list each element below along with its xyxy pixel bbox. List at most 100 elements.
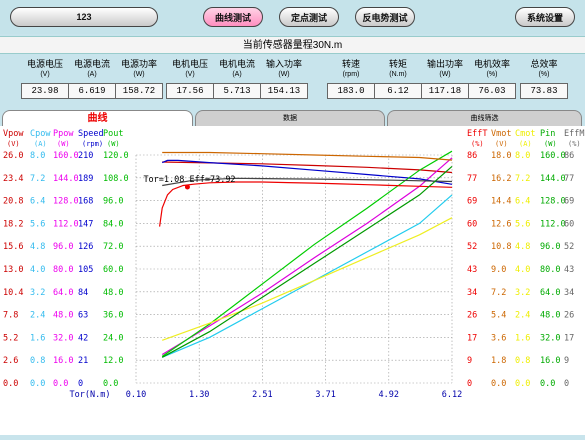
axis-tick-label: 2.4 [30,311,45,321]
tab-curve-filter[interactable]: 曲线筛选 [387,110,582,126]
axis-name: Pin [540,129,555,139]
axis-tick-label: 1.6 [30,333,45,343]
axis-unit: (%) [568,140,581,148]
axis-tick-label: 112.0 [540,219,566,229]
axis-tick-label: 120.0 [103,151,129,161]
axis-tick-label: 9 [564,356,569,366]
x-tick-label: 0.10 [126,390,146,400]
axis-tick-label: 72.0 [103,242,123,252]
axis-tick-label: 147 [78,219,93,229]
axis-tick-label: 43 [564,265,574,275]
axis-tick-label: 48.0 [540,311,560,321]
axis-tick-label: 86 [467,151,477,161]
axis-tick-label: 144.0 [53,174,79,184]
curve-test-button[interactable]: 曲线测试 [203,7,263,27]
tab-data[interactable]: 数据 [195,110,385,126]
axis-tick-label: 52 [564,242,574,252]
axis-tick-label: 24.0 [103,333,123,343]
axis-name: Cmot [515,129,535,139]
axis-tick-label: 144.0 [540,174,566,184]
axis-tick-label: 32.0 [53,333,73,343]
series-line-vpow [162,161,453,174]
axis-tick-label: 96.0 [53,242,73,252]
axis-tick-label: 8.0 [515,151,530,161]
metric-value: 6.12 [374,83,422,99]
metric-value: 117.18 [421,83,469,99]
back-emf-test-button[interactable]: 反电势测试 [355,7,415,27]
axis-tick-label: 96.0 [103,197,123,207]
metric-value: 17.56 [166,83,214,99]
metric-label: 转矩 [388,59,407,69]
annotation-label: Tor=1.08 Eff=73.92 [143,175,235,185]
x-tick-label: 2.51 [252,390,272,400]
axis-tick-label: 16.0 [53,356,73,366]
metric-label: 转速 [341,59,360,69]
axis-tick-label: 7.2 [515,174,530,184]
axis-tick-label: 86 [564,151,574,161]
axis-tick-label: 0.0 [103,379,118,389]
axis-tick-label: 7.8 [3,311,18,321]
axis-name: Pout [103,129,123,139]
metric-unit: (A) [87,71,97,78]
axis-tick-label: 20.8 [3,197,23,207]
axis-tick-label: 5.4 [491,311,506,321]
axis-name: Speed [78,129,104,139]
axis-tick-label: 60.0 [103,265,123,275]
axis-name: Cpow [30,129,51,139]
point-test-button[interactable]: 定点测试 [279,7,339,27]
axis-tick-label: 1.6 [515,333,530,343]
axis-tick-label: 4.8 [515,242,530,252]
metric-total-efficiency: 总效率 (%) 73.83 [520,58,568,99]
axis-tick-label: 2.4 [515,311,530,321]
axis-tick-label: 160.0 [53,151,79,161]
axis-tick-label: 69 [467,197,477,207]
axis-tick-label: 3.6 [491,333,506,343]
x-tick-label: 1.30 [189,390,209,400]
axis-tick-label: 69 [564,197,574,207]
axis-tick-label: 6.4 [30,197,45,207]
settings-button[interactable]: 系统设置 [515,7,575,27]
axis-tick-label: 17 [564,333,574,343]
axis-tick-label: 84 [78,288,88,298]
axis-tick-label: 63 [78,311,88,321]
axis-tick-label: 77 [467,174,477,184]
metric-value: 73.83 [520,83,568,99]
axis-tick-label: 26 [467,311,477,321]
metric-motor-efficiency: 电机效率 (%) 76.03 [468,58,516,99]
axis-tick-label: 60 [564,219,574,229]
axis-tick-label: 36.0 [103,311,123,321]
axis-tick-label: 3.2 [30,288,45,298]
axis-tick-label: 8.0 [30,151,45,161]
axis-tick-label: 5.6 [30,219,45,229]
axis-tick-label: 14.4 [491,197,511,207]
series-line-cpow [161,194,453,358]
metric-label: 总效率 [530,59,558,69]
metric-motor-current: 电机电流 (A) 5.713 [213,58,261,99]
axis-tick-label: 26.0 [3,151,23,161]
axis-tick-label: 84.0 [103,219,123,229]
metric-unit: (A) [232,71,242,78]
axis-tick-label: 128.0 [53,197,79,207]
metrics-panel: 电源电压 (V) 23.98 电源电流 (A) 6.619 电源功率 (W) 1… [0,56,585,110]
metric-label: 电机电压 [171,59,208,69]
x-tick-label: 3.71 [315,390,335,400]
file-name-box[interactable]: 123 [10,7,158,27]
metric-value: 183.0 [327,83,375,99]
metric-value: 158.72 [115,83,163,99]
axis-tick-label: 210 [78,151,93,161]
axis-tick-label: 2.6 [3,356,18,366]
metric-label: 电机效率 [473,59,510,69]
axis-tick-label: 34 [564,288,574,298]
axis-tick-label: 48.0 [103,288,123,298]
tab-curve[interactable]: 曲线 [2,110,193,126]
axis-tick-label: 15.6 [3,242,23,252]
axis-tick-label: 48.0 [53,311,73,321]
metric-unit: (V) [40,71,50,78]
axis-unit: (V) [495,140,508,148]
axis-tick-label: 0.8 [30,356,45,366]
axis-tick-label: 21 [78,356,88,366]
axis-tick-label: 10.8 [491,242,511,252]
axis-tick-label: 0 [564,379,569,389]
metric-value: 154.13 [260,83,308,99]
metric-input-power: 输入功率 (W) 154.13 [260,58,308,99]
